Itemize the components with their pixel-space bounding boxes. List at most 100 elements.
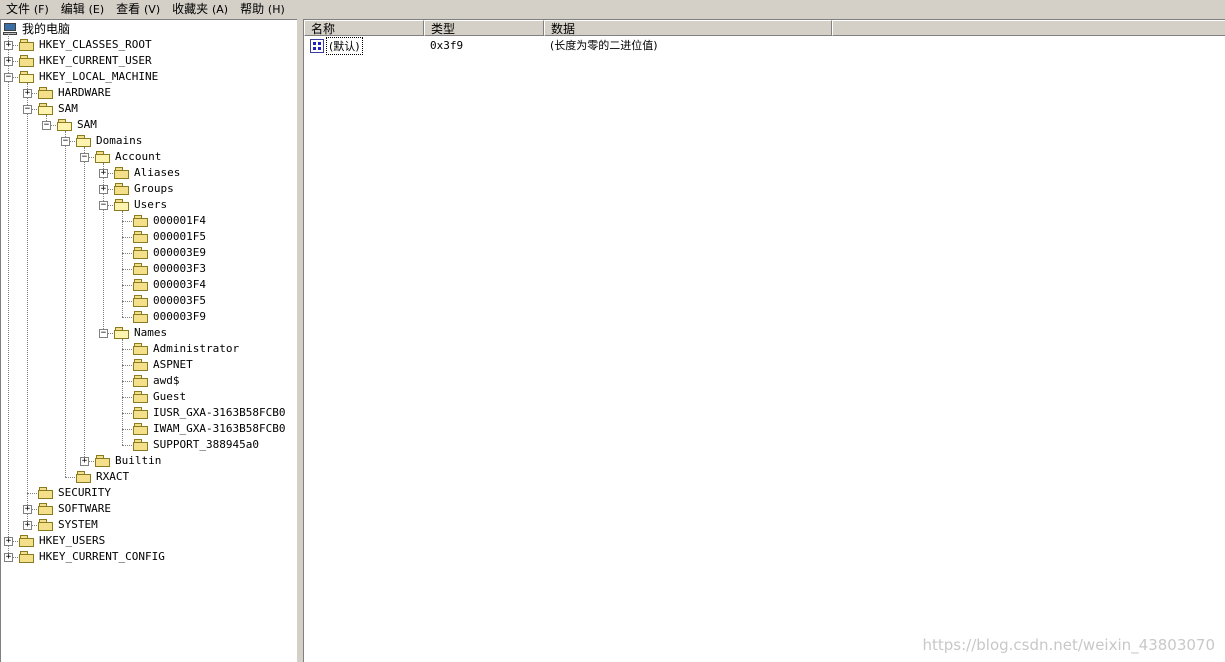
tree-node-aspnet[interactable]: ASPNET	[133, 357, 193, 373]
expand-icon[interactable]: +	[23, 521, 32, 530]
tree-label: 000003F3	[153, 262, 206, 275]
tree-label: 我的电脑	[22, 22, 71, 36]
expand-icon[interactable]: +	[4, 553, 13, 562]
tree-label: HKEY_CURRENT_USER	[39, 54, 152, 67]
folder-icon	[133, 262, 149, 276]
tree-connector	[122, 301, 132, 302]
binary-value-icon	[310, 39, 324, 53]
folder-icon	[133, 422, 149, 436]
expand-icon[interactable]: +	[99, 185, 108, 194]
tree-label: 000001F4	[153, 214, 206, 227]
tree-node-user-3f4[interactable]: 000003F4	[133, 277, 206, 293]
tree-label: SYSTEM	[58, 518, 98, 531]
tree-node-sam-sam[interactable]: − SAM	[42, 117, 97, 133]
expand-icon[interactable]: +	[4, 57, 13, 66]
tree-node-domains[interactable]: − Domains	[61, 133, 143, 149]
collapse-icon[interactable]: −	[61, 137, 70, 146]
folder-icon	[95, 454, 111, 468]
tree-node-system[interactable]: + SYSTEM	[23, 517, 98, 533]
collapse-icon[interactable]: −	[80, 153, 89, 162]
expand-icon[interactable]: +	[80, 457, 89, 466]
value-name: (默认)	[326, 37, 363, 55]
tree-node-hkcr[interactable]: + HKEY_CLASSES_ROOT	[4, 37, 152, 53]
expand-icon[interactable]: +	[23, 505, 32, 514]
tree-label: SOFTWARE	[58, 502, 111, 515]
collapse-icon[interactable]: −	[4, 73, 13, 82]
tree-node-user-1f5[interactable]: 000001F5	[133, 229, 206, 245]
folder-icon	[19, 54, 35, 68]
menu-file[interactable]: 文件 (F)	[0, 0, 55, 18]
registry-values-pane[interactable]: 名称 类型 数据 (默认) 0x3f9 (长度为零的二进位值) https://…	[303, 19, 1225, 662]
tree-node-guest[interactable]: Guest	[133, 389, 186, 405]
folder-icon	[38, 502, 54, 516]
collapse-icon[interactable]: −	[42, 121, 51, 130]
column-header-data[interactable]: 数据	[544, 20, 832, 36]
tree-node-user-3f9[interactable]: 000003F9	[133, 309, 206, 325]
tree-label: Groups	[134, 182, 174, 195]
tree-label: Domains	[96, 134, 143, 147]
folder-icon	[76, 134, 92, 148]
menu-bar: 文件 (F) 编辑 (E) 查看 (V) 收藏夹 (A) 帮助 (H)	[0, 0, 1225, 18]
tree-node-hku[interactable]: + HKEY_USERS	[4, 533, 106, 549]
tree-node-software[interactable]: + SOFTWARE	[23, 501, 111, 517]
tree-label: 000003E9	[153, 246, 206, 259]
tree-node-user-3f3[interactable]: 000003F3	[133, 261, 206, 277]
registry-tree-pane[interactable]: 我的电脑 + HKEY_CLASSES_ROOT + HKEY_CURRENT_USE…	[0, 19, 297, 662]
tree-label: HKEY_CLASSES_ROOT	[39, 38, 152, 51]
tree-node-account[interactable]: − Account	[80, 149, 161, 165]
tree-node-groups[interactable]: + Groups	[99, 181, 174, 197]
tree-root-my-computer[interactable]: 我的电脑	[3, 21, 70, 37]
menu-help[interactable]: 帮助 (H)	[234, 0, 291, 18]
tree-connector	[122, 429, 132, 430]
tree-label: 000003F9	[153, 310, 206, 323]
tree-node-rxact[interactable]: RXACT	[76, 469, 129, 485]
value-row-default[interactable]: (默认)	[310, 37, 363, 55]
folder-icon	[38, 102, 54, 116]
tree-label: 000001F5	[153, 230, 206, 243]
tree-node-awd[interactable]: awd$	[133, 373, 180, 389]
folder-icon	[19, 38, 35, 52]
tree-label: SAM	[77, 118, 97, 131]
tree-label: HKEY_USERS	[39, 534, 106, 547]
tree-node-users[interactable]: − Users	[99, 197, 167, 213]
tree-node-support[interactable]: SUPPORT_388945a0	[133, 437, 259, 453]
tree-node-aliases[interactable]: + Aliases	[99, 165, 181, 181]
expand-icon[interactable]: +	[4, 41, 13, 50]
column-header-type[interactable]: 类型	[424, 20, 544, 36]
folder-icon	[133, 390, 149, 404]
folder-icon	[133, 278, 149, 292]
tree-node-user-3f5[interactable]: 000003F5	[133, 293, 206, 309]
tree-node-iwam[interactable]: IWAM_GXA-3163B58FCB0	[133, 421, 285, 437]
tree-node-names[interactable]: − Names	[99, 325, 168, 341]
tree-label: Aliases	[134, 166, 181, 179]
tree-node-hkcc[interactable]: + HKEY_CURRENT_CONFIG	[4, 549, 165, 565]
expand-icon[interactable]: +	[99, 169, 108, 178]
tree-node-security[interactable]: SECURITY	[38, 485, 111, 501]
tree-node-hkcu[interactable]: + HKEY_CURRENT_USER	[4, 53, 152, 69]
tree-connector	[122, 211, 123, 317]
collapse-icon[interactable]: −	[99, 329, 108, 338]
expand-icon[interactable]: +	[4, 537, 13, 546]
collapse-icon[interactable]: −	[23, 105, 32, 114]
tree-node-iusr[interactable]: IUSR_GXA-3163B58FCB0	[133, 405, 285, 421]
column-header-name[interactable]: 名称	[304, 20, 424, 36]
menu-view[interactable]: 查看 (V)	[110, 0, 166, 18]
tree-label: Names	[134, 326, 168, 339]
menu-edit[interactable]: 编辑 (E)	[55, 0, 110, 18]
tree-node-hardware[interactable]: + HARDWARE	[23, 85, 111, 101]
menu-favorites[interactable]: 收藏夹 (A)	[166, 0, 234, 18]
tree-node-sam[interactable]: − SAM	[23, 101, 78, 117]
tree-node-builtin[interactable]: + Builtin	[80, 453, 161, 469]
tree-connector	[122, 237, 132, 238]
folder-icon	[133, 310, 149, 324]
tree-node-user-1f4[interactable]: 000001F4	[133, 213, 206, 229]
tree-node-administrator[interactable]: Administrator	[133, 341, 239, 357]
expand-icon[interactable]: +	[23, 89, 32, 98]
tree-node-user-3e9[interactable]: 000003E9	[133, 245, 206, 261]
folder-icon	[133, 342, 149, 356]
tree-connector	[122, 397, 132, 398]
tree-node-hklm[interactable]: − HKEY_LOCAL_MACHINE	[4, 69, 158, 85]
tree-label: SAM	[58, 102, 78, 115]
collapse-icon[interactable]: −	[99, 201, 108, 210]
tree-connector	[65, 131, 66, 477]
